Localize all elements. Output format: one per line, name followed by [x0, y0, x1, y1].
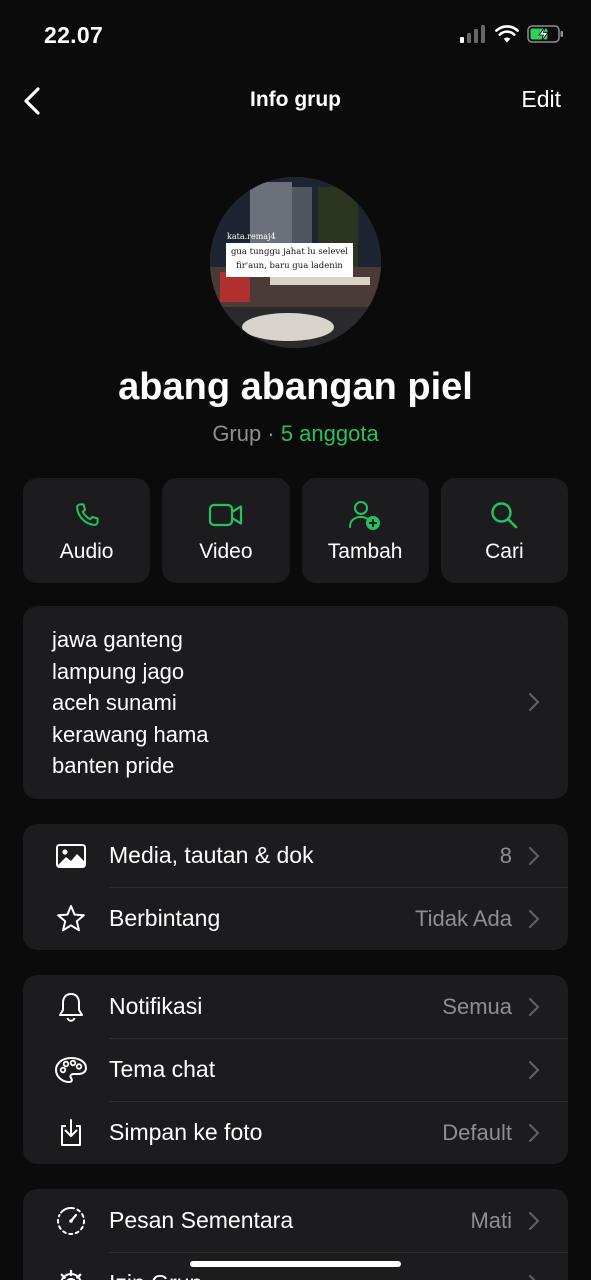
chevron-right-icon: [528, 1211, 540, 1231]
action-buttons: Audio Video Tambah Cari: [23, 478, 568, 583]
chevron-right-icon: [528, 692, 540, 712]
home-indicator[interactable]: [190, 1261, 401, 1267]
bell-icon: [59, 993, 83, 1022]
description-line: kerawang hama: [52, 721, 209, 747]
group-permissions-label: Izin Grup: [109, 1270, 202, 1280]
avatar-caption-line-1: gua tunggu jahat lu selevel: [230, 247, 349, 257]
starred-row[interactable]: Berbintang Tidak Ada: [23, 887, 568, 950]
battery-charging-icon: [527, 25, 563, 43]
status-bar: 22.07: [0, 0, 591, 70]
meta-separator: ·: [267, 421, 275, 446]
signal-icon: [460, 25, 485, 43]
edit-button[interactable]: Edit: [521, 86, 561, 113]
notifications-row[interactable]: Notifikasi Semua: [23, 975, 568, 1038]
settings-section: Notifikasi Semua Tema chat Simpan ke fot…: [23, 975, 568, 1164]
audio-call-button[interactable]: Audio: [23, 478, 151, 583]
media-label: Media, tautan & dok: [109, 842, 314, 868]
save-to-photos-row[interactable]: Simpan ke foto Default: [23, 1101, 568, 1164]
save-to-photos-label: Simpan ke foto: [109, 1119, 263, 1145]
disappearing-messages-row[interactable]: Pesan Sementara Mati: [23, 1189, 568, 1252]
media-links-docs-row[interactable]: Media, tautan & dok 8: [23, 824, 568, 887]
add-person-icon: [349, 500, 381, 530]
audio-label: Audio: [59, 539, 114, 563]
chevron-right-icon: [528, 1060, 540, 1080]
avatar-caption-line-2: fir'aun, baru gua ladenin: [236, 261, 343, 271]
photo-icon: [56, 844, 86, 868]
group-meta: Grup · 5 anggota: [0, 421, 591, 447]
notifications-label: Notifikasi: [109, 993, 203, 1019]
save-to-photos-value: Default: [442, 1119, 512, 1145]
add-label: Tambah: [327, 539, 403, 563]
chat-theme-label: Tema chat: [109, 1056, 216, 1082]
wifi-icon: [495, 25, 519, 43]
download-icon: [61, 1119, 81, 1146]
search-button[interactable]: Cari: [440, 478, 568, 583]
disappearing-messages-value: Mati: [470, 1207, 512, 1233]
chat-theme-row[interactable]: Tema chat: [23, 1038, 568, 1101]
status-icons: [459, 24, 565, 44]
page-title: Info grup: [250, 88, 341, 111]
status-time: 22.07: [44, 22, 104, 48]
description-line: lampung jago: [52, 658, 185, 684]
chevron-right-icon: [528, 909, 540, 929]
phone-icon: [75, 502, 99, 526]
nav-bar: Info grup Edit: [0, 78, 591, 124]
chevron-right-icon: [528, 997, 540, 1017]
star-icon: [57, 905, 85, 932]
description-line: jawa ganteng: [52, 627, 183, 652]
description-text: jawa ganteng lampung jago aceh sunami ke…: [52, 624, 209, 782]
group-type-label: Grup: [212, 421, 262, 446]
chevron-right-icon: [528, 1123, 540, 1143]
avatar-watermark: kata.remaj4: [227, 232, 276, 241]
media-count: 8: [499, 842, 512, 868]
timer-icon: [57, 1206, 86, 1235]
chevron-right-icon: [528, 1274, 536, 1280]
chevron-right-icon: [528, 846, 540, 866]
description-line: banten pride: [52, 753, 175, 778]
video-label: Video: [199, 539, 253, 563]
gear-icon: [60, 1269, 82, 1280]
group-name: abang abangan piel: [118, 366, 473, 408]
video-icon: [208, 503, 242, 526]
media-section: Media, tautan & dok 8 Berbintang Tidak A…: [23, 824, 568, 950]
description-line: aceh sunami: [52, 690, 177, 715]
video-call-button[interactable]: Video: [162, 478, 290, 583]
search-icon: [491, 501, 518, 528]
group-avatar[interactable]: kata.remaj4 gua tunggu jahat lu selevel …: [210, 177, 381, 348]
search-label: Cari: [485, 539, 524, 563]
disappearing-messages-label: Pesan Sementara: [109, 1207, 294, 1233]
palette-icon: [55, 1057, 87, 1083]
members-count-link[interactable]: 5 anggota: [281, 421, 379, 446]
group-description[interactable]: jawa ganteng lampung jago aceh sunami ke…: [23, 606, 568, 799]
starred-label: Berbintang: [109, 905, 221, 931]
notifications-value: Semua: [442, 993, 512, 1019]
add-member-button[interactable]: Tambah: [301, 478, 429, 583]
starred-value: Tidak Ada: [414, 905, 512, 931]
